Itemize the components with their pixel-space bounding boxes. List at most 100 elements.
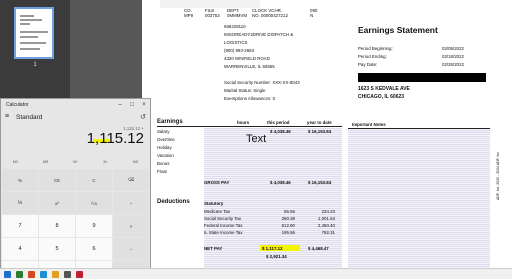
overlay-text[interactable]: Text (246, 133, 266, 145)
reciprocal-button[interactable]: ⅟x (2, 192, 38, 214)
salary-this-period: $ 4,038.46 (270, 129, 291, 134)
side-code: ADP, Inc. 2020 - 2024 ADP, Inc. (496, 150, 500, 200)
clear-entry-button[interactable]: CE (39, 169, 75, 191)
deduction-period-social-security: 250.38 (281, 216, 295, 221)
gross-pay-ytd: $ 16,153.84 (308, 180, 332, 185)
marital-status: Marital Status: Single (224, 88, 266, 93)
divide-button[interactable]: ÷ (113, 192, 149, 214)
stub-value-dept: 0MMMVM (227, 13, 248, 18)
calculator-display: 1,115.12 (86, 130, 144, 147)
stub-value-clock: NO. 00000427212 (252, 13, 288, 18)
deduction-period-il-state: 195.56 (281, 230, 295, 235)
stub-value-co: MP9 (184, 13, 194, 18)
start-icon[interactable] (4, 271, 11, 278)
period-ending-label: Period Ending: (358, 54, 387, 59)
page-thumbnail[interactable] (14, 7, 54, 59)
deduction-ytd-social-security: 1,001.53 (317, 216, 335, 221)
earnings-row-holiday: Holiday (157, 145, 172, 150)
company-name: IMSOREADY2DRIVE DISPATCH & (224, 32, 294, 37)
taskbar-app-icon[interactable] (40, 271, 47, 278)
square-root-button[interactable]: ²√x (76, 192, 112, 214)
company-address2: WARRENVILLE, IL 60555 (224, 64, 275, 69)
digit-5-button[interactable]: 5 (39, 238, 75, 260)
company-address1: 4320 WINFIELD ROAD (224, 56, 270, 61)
deduction-label-medicare: Medicare Tax (204, 209, 231, 214)
memory-recall-button[interactable]: MR (31, 160, 60, 164)
history-icon[interactable]: ↺ (140, 113, 146, 121)
company-name-line2: LOGISTICS (224, 40, 248, 45)
calculator-mode: Standard (16, 114, 43, 121)
earnings-row-salary: Salary (157, 129, 170, 134)
important-notes: Important Notes (352, 122, 386, 127)
notes-shading (348, 128, 490, 268)
earnings-row-overtime: Overtime (157, 137, 175, 142)
company-phone: (800) 993-2683 (224, 48, 255, 53)
multiply-button[interactable]: × (113, 215, 149, 237)
pay-date: 02/25/2022 (442, 62, 464, 67)
close-icon[interactable]: × (140, 101, 148, 109)
keypad: % CE C ⌫ ⅟x x² ²√x ÷ 7 8 9 × 4 5 6 − 1 2… (2, 169, 150, 279)
digit-7-button[interactable]: 7 (2, 215, 38, 237)
digit-9-button[interactable]: 9 (76, 215, 112, 237)
deductions-heading: Deductions (157, 199, 190, 205)
gross-pay-label: GROSS PAY (204, 180, 230, 185)
redacted-employee-name (358, 73, 486, 82)
calculator-mode-row: ≡ Standard ↺ (1, 112, 150, 124)
clear-button[interactable]: C (76, 169, 112, 191)
percent-button[interactable]: % (2, 169, 38, 191)
earnings-rule (157, 126, 342, 127)
stub-value-file: 003753 (205, 13, 220, 18)
exemptions: Exemptions Allowances: 0 (224, 96, 276, 101)
net-pay-period: $ 1,117.12 (262, 246, 283, 251)
period-ending: 02/18/2022 (442, 54, 464, 59)
memory-row: MC MR M+ M- MS (1, 159, 150, 167)
net-pay-check: $ 2,921.34 (266, 254, 287, 259)
ssn: Social Security Number: XXX-XX-8043 (224, 80, 300, 85)
deduction-ytd-federal: 2,450.40 (317, 223, 335, 228)
digit-6-button[interactable]: 6 (76, 238, 112, 260)
deduction-period-federal: 612.60 (281, 223, 295, 228)
subtract-button[interactable]: − (113, 238, 149, 260)
period-beginning: 02/05/2022 (442, 46, 464, 51)
period-beginning-label: Period Beginning: (358, 46, 393, 51)
memory-store-button[interactable]: MS (121, 160, 150, 164)
deduction-label-il-state: IL State Income Tax (204, 230, 243, 235)
digit-4-button[interactable]: 4 (2, 238, 38, 260)
taskbar-app-icon[interactable] (28, 271, 35, 278)
memory-clear-button[interactable]: MC (1, 160, 30, 164)
backspace-button[interactable]: ⌫ (113, 169, 149, 191)
employee-address2: CHICAGO, IL 60623 (358, 94, 405, 100)
net-pay-label: NET PAY (204, 246, 223, 251)
col-ytd: year to date (307, 120, 332, 125)
minimize-icon[interactable]: – (116, 101, 124, 109)
earnings-row-vacation: Vacation (157, 153, 174, 158)
deduction-ytd-medicare: 234.23 (321, 209, 335, 214)
menu-icon[interactable]: ≡ (5, 113, 9, 120)
earnings-row-float: Float (157, 169, 167, 174)
deduction-label-federal: Federal Income Tax (204, 223, 243, 228)
stub-header-shade (160, 0, 260, 8)
taskbar-app-icon[interactable] (52, 271, 59, 278)
taskbar-app-icon[interactable] (64, 271, 71, 278)
earnings-row-bonus: Bonus (157, 161, 170, 166)
square-button[interactable]: x² (39, 192, 75, 214)
gross-pay-period: $ 4,038.46 (270, 180, 291, 185)
pay-date-label: Pay Date: (358, 62, 378, 67)
net-pay-ytd: $ 4,468.47 (308, 246, 329, 251)
calculator-title: Calculator (6, 102, 29, 108)
calculator-titlebar[interactable]: Calculator – □ × (1, 99, 150, 111)
taskbar-app-icon[interactable] (16, 271, 23, 278)
digit-8-button[interactable]: 8 (39, 215, 75, 237)
notes-rule (348, 128, 490, 129)
memory-add-button[interactable]: M+ (61, 160, 90, 164)
calculator-window[interactable]: Calculator – □ × ≡ Standard ↺ 1,115.12 +… (0, 98, 151, 279)
memory-subtract-button[interactable]: M- (91, 160, 120, 164)
taskbar-app-icon[interactable] (76, 271, 83, 278)
employer-id: 668228110 (224, 24, 246, 29)
earnings-statement-page: CO. FILE DEPT. CLOCK VCHR. 090 MP9 00375… (142, 0, 512, 268)
stub-value-code: N (310, 13, 314, 18)
deduction-ytd-il-state: 782.31 (321, 230, 335, 235)
maximize-icon[interactable]: □ (128, 101, 136, 109)
col-hours: hours (237, 120, 250, 125)
statutory-heading: Statutory (204, 201, 224, 206)
